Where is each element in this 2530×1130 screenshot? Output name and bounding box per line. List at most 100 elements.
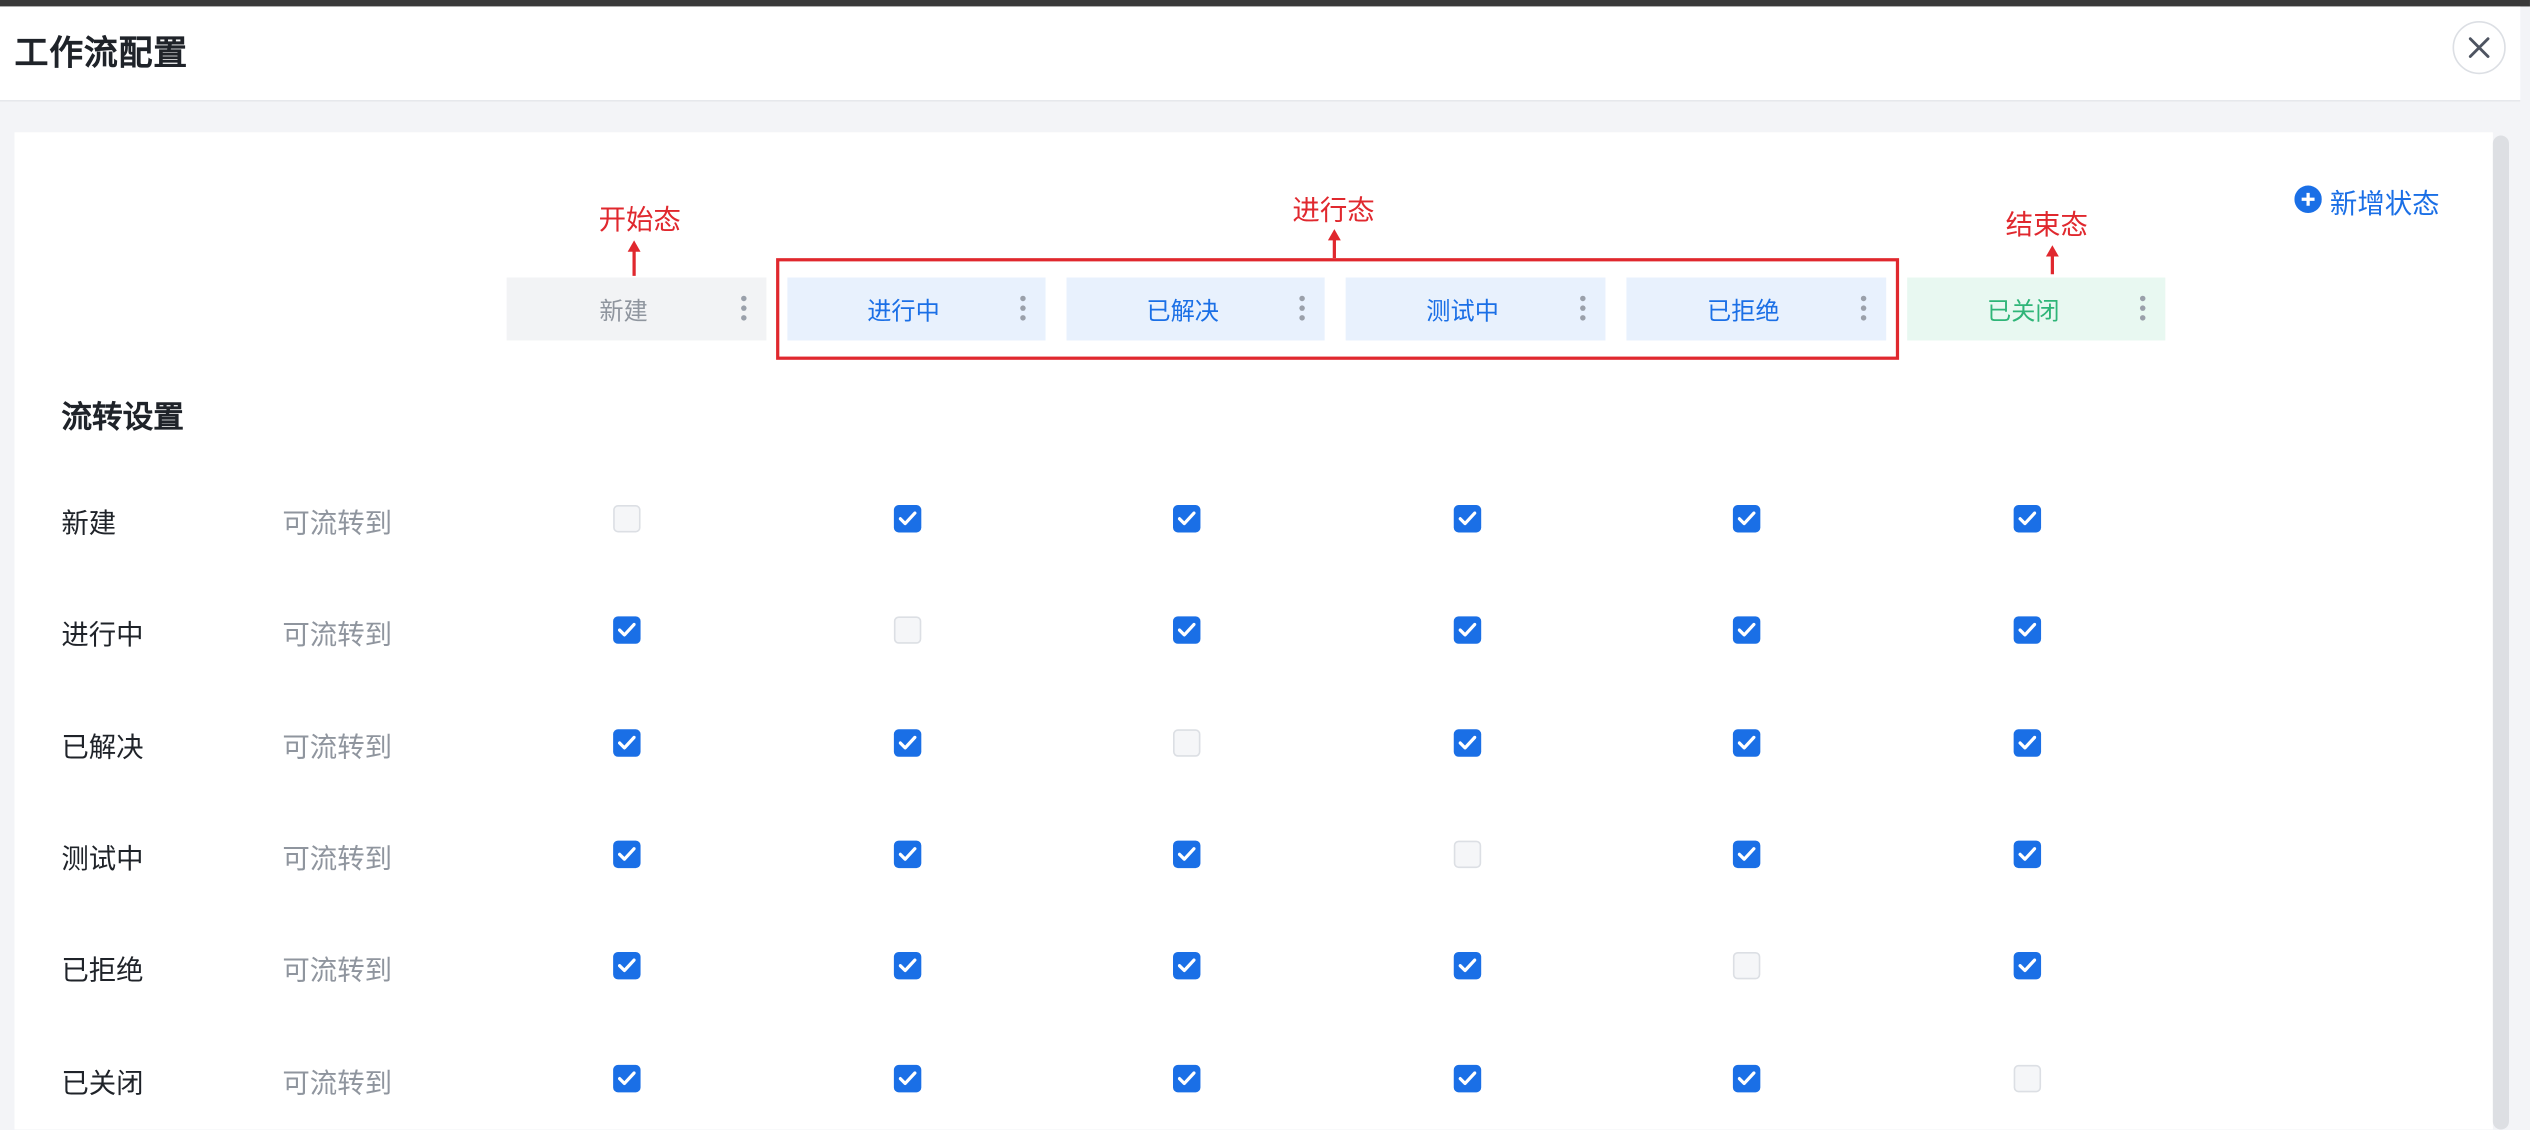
row-label-testing: 测试中 [61,843,144,877]
transition-checkbox[interactable] [1452,504,1481,532]
transition-checkbox[interactable] [893,728,921,756]
transition-checkbox [1452,839,1481,868]
transition-checkbox[interactable] [612,615,640,643]
check-icon [897,1070,916,1085]
state-tab-closed[interactable]: 已关闭 [1907,277,2166,341]
transition-checkbox[interactable] [2012,839,2041,868]
state-tab-label: 已解决 [1146,296,1219,326]
check-icon [2017,846,2036,860]
state-tab-testing[interactable]: 测试中 [1345,277,1606,341]
workflow-config-screen: 工作流配置 开始态 进行态 结束态 新增状态 新建 进行中 已解决 测试中 已拒… [0,0,2530,1130]
more-vertical-icon[interactable] [2139,295,2146,321]
more-vertical-icon[interactable] [741,295,747,321]
transition-checkbox[interactable] [1172,504,1200,532]
transition-checkbox[interactable] [1452,615,1481,643]
transition-checkbox[interactable] [2012,615,2041,643]
state-tab-label: 测试中 [1426,296,1499,326]
transition-checkbox[interactable] [1452,728,1481,756]
more-vertical-icon[interactable] [1860,295,1867,321]
transition-checkbox[interactable] [893,504,921,532]
transition-checkbox[interactable] [612,728,640,756]
check-icon [617,622,635,636]
check-icon [1736,622,1755,636]
check-icon [1457,957,1476,972]
transition-checkbox[interactable] [612,951,640,979]
check-icon [1457,1070,1476,1085]
transition-checkbox [1732,951,1760,979]
transition-checkbox [1172,728,1200,756]
transition-checkbox[interactable] [1732,615,1760,643]
dialog-header: 工作流配置 [0,6,2521,102]
transition-checkbox[interactable] [893,1064,921,1092]
vertical-scrollbar[interactable] [2492,135,2509,1130]
check-icon [1736,734,1755,749]
row-hint: 可流转到 [282,508,393,541]
state-tab-resolved[interactable]: 已解决 [1066,277,1325,341]
check-icon [897,957,916,972]
check-icon [2017,510,2036,525]
transition-checkbox[interactable] [893,951,921,979]
transition-checkbox[interactable] [2012,951,2041,979]
state-tab-rejected[interactable]: 已拒绝 [1626,277,1887,341]
check-icon [617,1070,635,1085]
section-title-transition: 流转设置 [61,400,184,436]
transition-checkbox[interactable] [893,839,921,868]
close-button[interactable] [2452,20,2506,75]
row-label-resolved: 已解决 [61,732,144,765]
annotation-progress-state: 进行态 [1292,195,1375,228]
transition-checkbox[interactable] [1732,1064,1760,1092]
check-icon [1177,622,1195,636]
row-hint: 可流转到 [282,843,393,877]
check-icon [1736,1070,1755,1085]
row-label-closed: 已关闭 [61,1068,144,1101]
state-tab-label: 新建 [599,296,648,326]
annotation-arrow-icon [2045,245,2059,275]
row-label-new: 新建 [61,508,117,541]
state-tab-label: 已拒绝 [1707,296,1780,326]
check-icon [1177,957,1195,972]
transition-checkbox[interactable] [1732,504,1760,532]
check-icon [2017,734,2036,749]
more-vertical-icon[interactable] [1580,295,1586,321]
more-vertical-icon[interactable] [1020,295,1026,321]
dialog-title: 工作流配置 [14,33,188,73]
transition-checkbox [893,615,921,643]
row-hint: 可流转到 [282,732,393,765]
check-icon [2017,957,2036,972]
transition-checkbox [2012,1064,2041,1092]
state-tab-label: 进行中 [867,296,940,326]
transition-checkbox[interactable] [612,1064,640,1092]
check-icon [617,957,635,972]
more-vertical-icon[interactable] [1299,295,1305,321]
state-tab-new[interactable]: 新建 [506,277,767,341]
check-icon [897,734,916,749]
transition-checkbox [612,504,640,532]
transition-checkbox[interactable] [2012,504,2041,532]
check-icon [1736,846,1755,860]
check-icon [1457,734,1476,749]
state-tab-in-progress[interactable]: 进行中 [787,277,1046,341]
transition-checkbox[interactable] [1452,1064,1481,1092]
annotation-arrow-icon [1327,229,1341,259]
transition-checkbox[interactable] [1172,951,1200,979]
row-hint: 可流转到 [282,955,393,988]
annotation-start-state: 开始态 [598,204,681,238]
transition-checkbox[interactable] [1452,951,1481,979]
check-icon [1457,622,1476,636]
transition-checkbox[interactable] [1172,839,1200,868]
transition-checkbox[interactable] [612,839,640,868]
transition-checkbox[interactable] [1172,615,1200,643]
transition-checkbox[interactable] [2012,728,2041,756]
transition-checkbox[interactable] [1172,1064,1200,1092]
check-icon [617,734,635,749]
check-icon [1736,510,1755,525]
check-icon [1177,846,1195,860]
check-icon [2017,622,2036,636]
transition-checkbox[interactable] [1732,728,1760,756]
transition-checkbox[interactable] [1732,839,1760,868]
row-hint: 可流转到 [282,1068,393,1101]
check-icon [1177,1070,1195,1085]
row-label-rejected: 已拒绝 [61,955,144,988]
close-icon [2468,37,2490,58]
annotation-end-state: 结束态 [2005,209,2088,243]
